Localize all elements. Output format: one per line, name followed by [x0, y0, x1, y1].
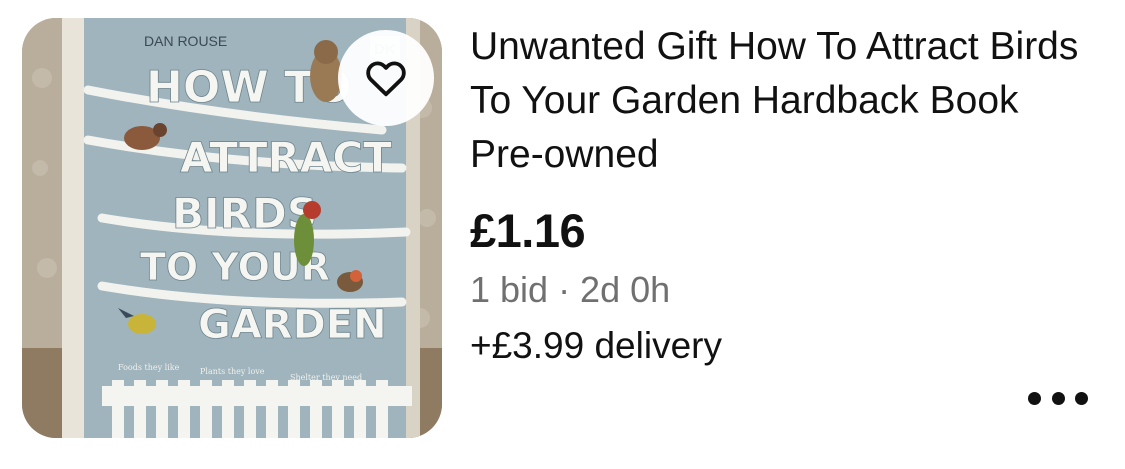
- more-options-icon: [1028, 391, 1041, 405]
- cover-strap-2: Plants they love: [200, 367, 265, 376]
- item-condition: Pre-owned: [470, 133, 659, 176]
- cover-title-line-5: GARDEN: [198, 302, 387, 348]
- more-options-button[interactable]: [1024, 380, 1092, 416]
- listing-details: Unwanted Gift How To Attract Birds To Yo…: [470, 20, 1110, 372]
- bid-count-time-left: 1 bid · 2d 0h: [470, 269, 671, 310]
- cover-title-line-2: ATTRACT: [180, 133, 392, 182]
- listing-title[interactable]: Unwanted Gift How To Attract Birds To Yo…: [470, 20, 1100, 128]
- watch-button[interactable]: [338, 30, 434, 126]
- listing-card[interactable]: DAN ROUSE DK HOW TO ATTRACT BIRDS TO YOU…: [0, 0, 1125, 469]
- current-price: £1.16: [470, 204, 586, 257]
- delivery-cost: +£3.99 delivery: [470, 325, 722, 366]
- heart-icon: [366, 61, 406, 97]
- cover-strap-1: Foods they like: [118, 363, 180, 372]
- cover-author: DAN ROUSE: [144, 33, 227, 49]
- cover-strap-3: Shelter they need: [290, 373, 362, 382]
